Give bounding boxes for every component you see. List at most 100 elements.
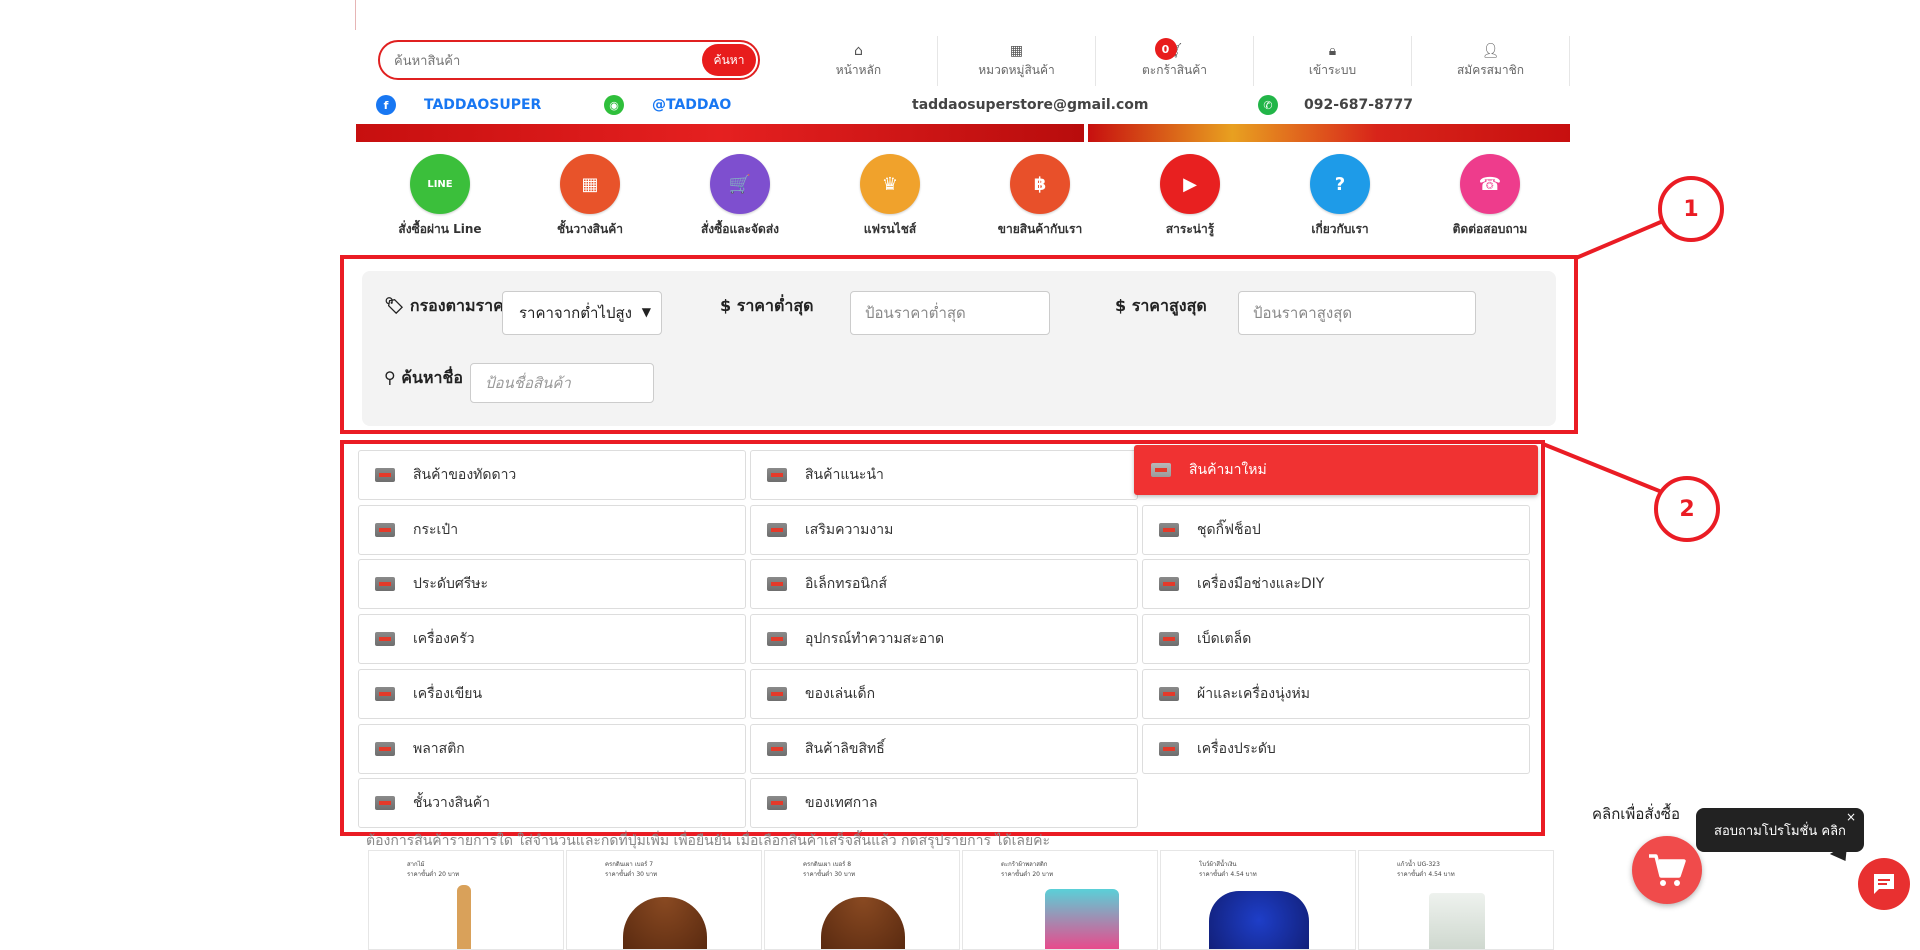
min-price-placeholder: ป้อนราคาต่ำสุด xyxy=(865,304,966,322)
shortcut-icon: ▦ xyxy=(560,154,620,214)
banner-left[interactable] xyxy=(356,124,1084,142)
shortcut-item[interactable]: 🛒 สั่งซื้อและจัดส่ง xyxy=(665,154,815,240)
category-item[interactable]: อิเล็กทรอนิกส์ xyxy=(750,559,1138,610)
order-cta-label[interactable]: คลิกเพื่อสั่งซื้อ xyxy=(1592,802,1680,826)
shortcut-glyph: ▶ xyxy=(1183,173,1197,195)
category-item[interactable]: ผ้าและเครื่องนุ่งห่ม xyxy=(1142,668,1530,719)
category-label: เครื่องมือช่างและDIY xyxy=(1197,576,1325,593)
product-card[interactable]: ครกดินเผา เบอร์ 8 ราคาขั้นต่ำ 30 บาท xyxy=(764,850,960,950)
category-label: ชุดกิ๊ฟช็อป xyxy=(1197,521,1261,538)
category-item[interactable]: ประดับศรีษะ xyxy=(358,559,746,610)
category-item[interactable]: เบ็ดเตล็ด xyxy=(1142,614,1530,665)
shortcut-label: ขายสินค้ากับเรา xyxy=(997,222,1083,236)
product-title-text: ครกดินเผา เบอร์ 8 xyxy=(803,861,852,868)
folder-icon xyxy=(767,741,787,756)
price-filter-label: 🏷︎ กรองตามราคา xyxy=(384,294,513,319)
product-card[interactable]: ตะกร้าผ้าพลาสติก ราคาขั้นต่ำ 20 บาท xyxy=(962,850,1158,950)
product-card[interactable]: แก้วน้ำ UG-323 ราคาขั้นต่ำ 4.54 บาท xyxy=(1358,850,1554,950)
shortcut-item[interactable]: ▦ ชั้นวางสินค้า xyxy=(515,154,665,240)
shortcut-label: เกี่ยวกับเรา xyxy=(1311,222,1369,236)
folder-icon xyxy=(375,686,395,701)
promo-tooltip[interactable]: สอบถามโปรโมชั่น คลิก × xyxy=(1696,808,1864,852)
folder-icon xyxy=(767,632,787,647)
shortcut-item[interactable]: ? เกี่ยวกับเรา xyxy=(1265,154,1415,240)
product-price: ราคาขั้นต่ำ 20 บาท xyxy=(407,871,460,878)
product-title-text: แก้วน้ำ UG-323 xyxy=(1397,861,1440,868)
category-item[interactable]: เสริมความงาม xyxy=(750,504,1138,555)
shortcut-item[interactable]: ▶ สาระน่ารู้ xyxy=(1115,154,1265,240)
name-search-input[interactable]: ป้อนชื่อสินค้า xyxy=(470,363,654,403)
nav-home[interactable]: ⌂ หน้าหลัก xyxy=(780,36,938,86)
category-item[interactable]: อุปกรณ์ทำความสะอาด xyxy=(750,614,1138,665)
home-icon: ⌂ xyxy=(854,42,863,59)
max-price-input[interactable]: ป้อนราคาสูงสุด xyxy=(1238,291,1476,335)
order-cart-button[interactable] xyxy=(1632,836,1702,904)
shortcut-item[interactable]: LINE สั่งซื้อผ่าน Line xyxy=(365,154,515,240)
shortcut-item[interactable]: ☎ ติดต่อสอบถาม xyxy=(1415,154,1565,240)
category-item[interactable]: ชุดกิ๊ฟช็อป xyxy=(1142,504,1530,555)
tag-icon: 🏷︎ xyxy=(384,296,405,315)
cart-count-badge: 0 xyxy=(1154,38,1177,60)
product-title: ครกดินเผา เบอร์ 8 ราคาขั้นต่ำ 30 บาท xyxy=(803,859,855,879)
category-item[interactable]: สินค้าแนะนำ xyxy=(750,450,1138,500)
category-item[interactable]: เครื่องเขียน xyxy=(358,668,746,719)
folder-icon xyxy=(1159,577,1179,592)
shortcut-icon: ♛ xyxy=(860,154,920,214)
search-button[interactable]: ค้นหา xyxy=(702,44,756,76)
shortcut-icon: 🛒 xyxy=(710,154,770,214)
min-price-input[interactable]: ป้อนราคาต่ำสุด xyxy=(850,291,1050,335)
contact-phone[interactable]: ✆ 092-687-8777 xyxy=(1258,94,1413,116)
product-card[interactable]: สากไม้ ราคาขั้นต่ำ 20 บาท xyxy=(368,850,564,950)
category-item[interactable]: ของเล่นเด็ก xyxy=(750,668,1138,719)
category-item[interactable]: ชั้นวางสินค้า xyxy=(358,778,746,829)
chat-icon xyxy=(1874,874,1894,894)
contact-line[interactable]: ◉ @TADDAO xyxy=(604,94,731,116)
nav-label: เข้าระบบ xyxy=(1308,62,1357,77)
shortcut-label: สาระน่ารู้ xyxy=(1165,222,1215,236)
category-label: เบ็ดเตล็ด xyxy=(1197,631,1252,648)
category-label: สินค้าของทัดดาว xyxy=(413,467,517,483)
category-item[interactable]: กระเป๋า xyxy=(358,504,746,555)
category-item[interactable]: เครื่องครัว xyxy=(358,614,746,665)
category-item[interactable]: พลาสติก xyxy=(358,723,746,774)
shortcut-icon: LINE xyxy=(410,154,470,214)
category-item[interactable]: เครื่องมือช่างและDIY xyxy=(1142,559,1530,610)
search-bar: ค้นหา xyxy=(378,40,760,80)
contact-email[interactable]: taddaosuperstore@gmail.com xyxy=(912,94,1149,116)
product-title: โบว์ผ้าสีน้ำเงิน ราคาขั้นต่ำ 4.54 บาท xyxy=(1199,859,1257,879)
search-input[interactable] xyxy=(394,50,694,72)
nav-cart[interactable]: 0 🛒︎ ตะกร้าสินค้า xyxy=(1096,36,1254,86)
nav-login[interactable]: 🔒︎ เข้าระบบ xyxy=(1254,36,1412,86)
product-card[interactable]: โบว์ผ้าสีน้ำเงิน ราคาขั้นต่ำ 4.54 บาท xyxy=(1160,850,1356,950)
category-item[interactable]: ของเทศกาล xyxy=(750,778,1138,829)
annotation-2-label: 2 xyxy=(1679,496,1695,522)
nav-register[interactable]: 👤︎ สมัครสมาชิก xyxy=(1412,36,1570,86)
category-item[interactable]: สินค้ามาใหม่ xyxy=(1134,445,1538,495)
whatsapp-icon: ✆ xyxy=(1258,95,1278,115)
banner-right[interactable] xyxy=(1088,124,1570,142)
product-image xyxy=(1209,891,1309,949)
category-item[interactable]: สินค้าของทัดดาว xyxy=(358,450,746,500)
category-item[interactable]: เครื่องประดับ xyxy=(1142,723,1530,774)
product-title-text: ตะกร้าผ้าพลาสติก xyxy=(1001,861,1048,868)
product-card[interactable]: ครกดินเผา เบอร์ 7 ราคาขั้นต่ำ 30 บาท xyxy=(566,850,762,950)
contact-facebook[interactable]: f TADDAOSUPER xyxy=(376,94,541,116)
sort-select[interactable]: ราคาจากต่ำไปสูง ▼ xyxy=(502,291,662,335)
product-image xyxy=(457,885,471,949)
nav-categories[interactable]: ▦ หมวดหมู่สินค้า xyxy=(938,36,1096,86)
annotation-1: 1 xyxy=(1658,176,1724,242)
product-title: ตะกร้าผ้าพลาสติก ราคาขั้นต่ำ 20 บาท xyxy=(1001,859,1053,879)
shortcut-item[interactable]: ฿ขายสินค้ากับเรา xyxy=(965,154,1115,240)
folder-icon xyxy=(767,796,787,811)
phone-label: 092-687-8777 xyxy=(1304,97,1414,113)
category-label: ชั้นวางสินค้า xyxy=(413,795,490,812)
close-icon[interactable]: × xyxy=(1846,810,1856,824)
category-item[interactable]: สินค้าลิขสิทธิ์ xyxy=(750,723,1138,774)
nav-label: ตะกร้าสินค้า xyxy=(1142,62,1207,77)
chat-button[interactable] xyxy=(1858,858,1910,910)
category-label: อุปกรณ์ทำความสะอาด xyxy=(805,631,945,648)
shortcut-label: แฟรนไชส์ xyxy=(863,222,917,236)
shortcut-glyph: 🛒 xyxy=(728,173,752,195)
shortcut-icon: ฿ xyxy=(1010,154,1070,214)
shortcut-item[interactable]: ♛ แฟรนไชส์ xyxy=(815,154,965,240)
